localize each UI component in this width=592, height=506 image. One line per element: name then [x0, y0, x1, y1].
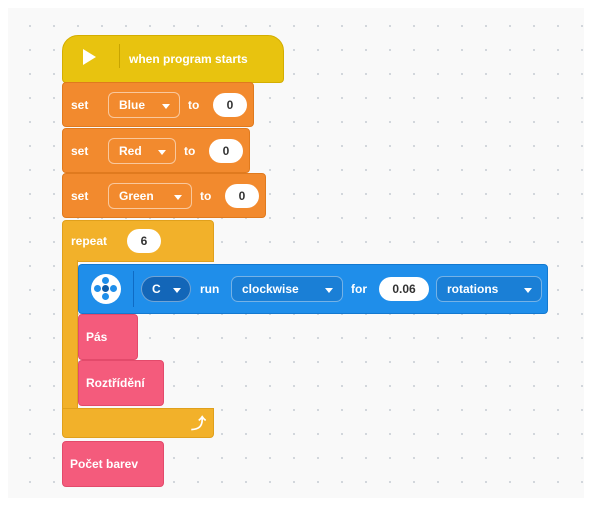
- chevron-down-icon: [158, 149, 166, 155]
- repeat-block[interactable]: repeat 6: [62, 220, 214, 262]
- roztrideni-label: Roztřídění: [86, 376, 145, 390]
- roztrideni-block[interactable]: Roztřídění: [78, 360, 164, 406]
- unit-value: rotations: [447, 282, 499, 296]
- for-label: for: [351, 282, 367, 296]
- variable-dropdown[interactable]: Blue: [108, 91, 180, 118]
- when-program-starts-block[interactable]: when program starts: [62, 35, 284, 83]
- variable-name: Green: [119, 188, 154, 203]
- set-variable-block[interactable]: set Red to 0: [62, 128, 250, 173]
- loop-arrow-icon: ⤴: [191, 415, 207, 433]
- motor-icon: [91, 274, 121, 304]
- pocet-barev-block[interactable]: Počet barev: [62, 441, 164, 487]
- repeat-block-arm: [62, 260, 78, 412]
- event-label: when program starts: [129, 52, 248, 66]
- set-variable-block[interactable]: set Blue to 0: [62, 82, 254, 127]
- value-input[interactable]: 0: [225, 183, 259, 208]
- direction-value: clockwise: [242, 282, 299, 296]
- repeat-count-input[interactable]: 6: [127, 229, 161, 253]
- set-label: set: [71, 143, 89, 158]
- chevron-down-icon: [524, 288, 532, 293]
- chevron-down-icon: [174, 194, 182, 200]
- variable-name: Red: [119, 143, 142, 158]
- to-label: to: [188, 97, 200, 112]
- value-input[interactable]: 0: [213, 92, 247, 117]
- variable-name: Blue: [119, 97, 146, 112]
- pas-block[interactable]: Pás: [78, 314, 138, 360]
- set-variable-block[interactable]: set Green to 0: [62, 173, 266, 218]
- value-input[interactable]: 0: [209, 138, 243, 163]
- play-icon: [83, 49, 96, 65]
- unit-dropdown[interactable]: rotations: [436, 276, 542, 302]
- port-value: C: [152, 282, 161, 296]
- block-divider: [133, 271, 134, 307]
- run-label: run: [200, 282, 220, 296]
- variable-dropdown[interactable]: Red: [108, 137, 176, 164]
- block-divider: [119, 44, 120, 68]
- motor-run-block[interactable]: C run clockwise for 0.06 rotations: [78, 264, 548, 314]
- to-label: to: [184, 143, 196, 158]
- to-label: to: [200, 188, 212, 203]
- amount-input[interactable]: 0.06: [379, 277, 429, 301]
- set-label: set: [71, 97, 89, 112]
- chevron-down-icon: [173, 288, 181, 293]
- direction-dropdown[interactable]: clockwise: [231, 276, 343, 302]
- variable-dropdown[interactable]: Green: [108, 182, 192, 209]
- port-dropdown[interactable]: C: [141, 276, 191, 302]
- pas-label: Pás: [86, 330, 108, 344]
- set-label: set: [71, 188, 89, 203]
- chevron-down-icon: [162, 103, 170, 109]
- repeat-block-footer: ⤴: [62, 408, 214, 438]
- repeat-label: repeat: [71, 234, 108, 248]
- chevron-down-icon: [325, 288, 333, 293]
- pocet-barev-label: Počet barev: [70, 457, 139, 471]
